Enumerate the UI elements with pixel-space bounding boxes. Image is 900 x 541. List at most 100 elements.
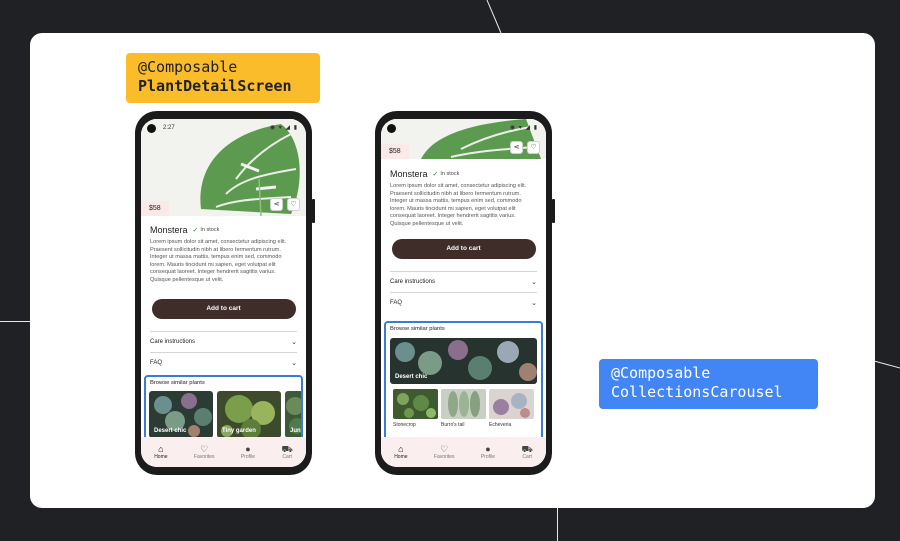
faq-row[interactable]: FAQ ⌄ (390, 291, 537, 313)
plant-tile[interactable]: Burro's tail (441, 389, 486, 428)
burros-tail-image (441, 389, 486, 419)
profile-icon: ● (485, 444, 491, 454)
plant-label: Echeveria (489, 422, 512, 428)
plant-title: Monstera (390, 169, 428, 179)
camera-icon (147, 124, 156, 133)
chevron-down-icon: ⌄ (291, 338, 297, 346)
plant-label: Burro's tail (441, 422, 465, 428)
care-instructions-label: Care instructions (150, 338, 196, 345)
heart-icon: ♡ (530, 144, 537, 151)
add-to-cart-button[interactable]: Add to cart (151, 298, 296, 319)
collection-label: Jun (290, 428, 301, 434)
status-bar: 2:27 ◉ ▾ ◢ ▮ (141, 119, 306, 137)
nav-profile[interactable]: ● Profile (241, 444, 255, 460)
chevron-down-icon: ⌄ (531, 278, 537, 286)
cart-icon: ⛟ (281, 444, 293, 454)
plant-detail-content: Monstera ✓ In stock Lorem ipsum dolor si… (381, 169, 546, 313)
status-icons: ◉ ▾ ◢ ▮ (269, 125, 298, 131)
care-instructions-label: Care instructions (390, 278, 436, 285)
nav-favorites[interactable]: ♡ Favorites (194, 444, 215, 460)
stonecrop-image (393, 389, 438, 419)
plant-label: Stonecrop (393, 422, 416, 428)
nav-label: Cart (282, 454, 292, 460)
status-bar: ◉ ▾ ◢ ▮ (381, 119, 546, 137)
check-icon: ✓ (432, 171, 439, 178)
bottom-navigation: ⌂ Home ♡ Favorites ● Profile ⛟ Cart (381, 437, 546, 467)
camera-icon (387, 124, 396, 133)
share-icon: ⋖ (513, 144, 520, 151)
add-to-cart-button[interactable]: Add to cart (391, 238, 536, 259)
price-badge: $58 (141, 201, 169, 216)
faq-row[interactable]: FAQ ⌄ (150, 351, 297, 373)
care-instructions-row[interactable]: Care instructions ⌄ (150, 330, 297, 352)
label-annotation: @Composable (611, 364, 711, 382)
home-icon: ⌂ (158, 444, 164, 454)
favorite-button[interactable]: ♡ (527, 141, 540, 154)
phone-collections-carousel: ◉ ▾ ◢ ▮ $58 ⋖ ♡ Monstera ✓ In stock Lore… (375, 111, 555, 475)
collections-carousel[interactable]: Browse similar plants Desert chic (144, 375, 303, 441)
phone-screen: ◉ ▾ ◢ ▮ $58 ⋖ ♡ Monstera ✓ In stock Lore… (381, 119, 546, 467)
label-function: PlantDetailScreen (138, 77, 292, 95)
decorative-line (874, 360, 900, 369)
nav-label: Favorites (193, 454, 215, 460)
faq-label: FAQ (390, 299, 403, 306)
nav-label: Home (394, 454, 408, 460)
nav-label: Cart (522, 454, 532, 460)
label-function: CollectionsCarousel (611, 383, 783, 401)
stock-label: In stock (440, 171, 460, 177)
plant-detail-content: Monstera ✓ In stock Lorem ipsum dolor si… (141, 225, 306, 373)
collections-carousel-label: @Composable CollectionsCarousel (599, 359, 818, 409)
label-annotation: @Composable (138, 58, 238, 76)
share-button[interactable]: ⋖ (270, 198, 283, 211)
nav-favorites[interactable]: ♡ Favorites (434, 444, 455, 460)
phone-screen: 2:27 ◉ ▾ ◢ ▮ $58 ⋖ ♡ Monstera ✓ In stock… (141, 119, 306, 467)
chevron-down-icon: ⌄ (291, 359, 297, 367)
nav-label: Home (154, 454, 168, 460)
price-badge: $58 (381, 144, 409, 159)
plant-detail-screen-label: @Composable PlantDetailScreen (126, 53, 320, 103)
plant-tile[interactable]: Echeveria (489, 389, 534, 428)
stock-status: ✓ In stock (433, 170, 460, 178)
check-icon: ✓ (192, 227, 199, 234)
nav-label: Profile (240, 454, 256, 460)
collection-label: Tiny garden (222, 428, 256, 434)
plant-description: Lorem ipsum dolor sit amet, consectetur … (390, 183, 527, 227)
collection-tile[interactable]: Tiny garden (217, 391, 281, 438)
collection-label: Desert chic (154, 428, 187, 434)
cart-icon: ⛟ (521, 444, 533, 454)
plant-tile[interactable]: Stonecrop (393, 389, 438, 428)
nav-profile[interactable]: ● Profile (481, 444, 495, 460)
nav-home[interactable]: ⌂ Home (394, 444, 407, 460)
profile-icon: ● (245, 444, 251, 454)
plant-description: Lorem ipsum dolor sit amet, consectetur … (150, 239, 287, 283)
stock-status: ✓ In stock (193, 226, 220, 234)
slide-card: @Composable PlantDetailScreen @Composabl… (30, 33, 875, 508)
heart-icon: ♡ (200, 444, 209, 454)
status-icons: ◉ ▾ ◢ ▮ (509, 125, 538, 131)
decorative-line (557, 508, 558, 541)
featured-collection-tile[interactable]: Desert chic (390, 338, 537, 384)
collection-tile[interactable]: Desert chic (149, 391, 213, 438)
home-icon: ⌂ (398, 444, 404, 454)
echeveria-image (489, 389, 534, 419)
status-time: 2:27 (163, 125, 175, 131)
stock-label: In stock (200, 227, 220, 233)
browse-similar-label: Browse similar plants (390, 326, 445, 332)
chevron-down-icon: ⌄ (531, 299, 537, 307)
share-button[interactable]: ⋖ (510, 141, 523, 154)
nav-label: Favorites (433, 454, 455, 460)
browse-similar-label: Browse similar plants (150, 380, 205, 386)
nav-cart[interactable]: ⛟ Cart (521, 444, 532, 460)
plant-title: Monstera (150, 225, 188, 235)
favorite-button[interactable]: ♡ (287, 198, 300, 211)
heart-icon: ♡ (440, 444, 449, 454)
phone-plant-detail: 2:27 ◉ ▾ ◢ ▮ $58 ⋖ ♡ Monstera ✓ In stock… (135, 111, 315, 475)
collections-carousel[interactable]: Browse similar plants Desert chic (384, 321, 543, 441)
collection-label: Desert chic (395, 374, 428, 380)
nav-home[interactable]: ⌂ Home (154, 444, 167, 460)
nav-cart[interactable]: ⛟ Cart (281, 444, 292, 460)
collection-tile[interactable]: Jun (285, 391, 301, 438)
nav-label: Profile (480, 454, 496, 460)
decorative-line (486, 0, 502, 34)
care-instructions-row[interactable]: Care instructions ⌄ (390, 270, 537, 292)
